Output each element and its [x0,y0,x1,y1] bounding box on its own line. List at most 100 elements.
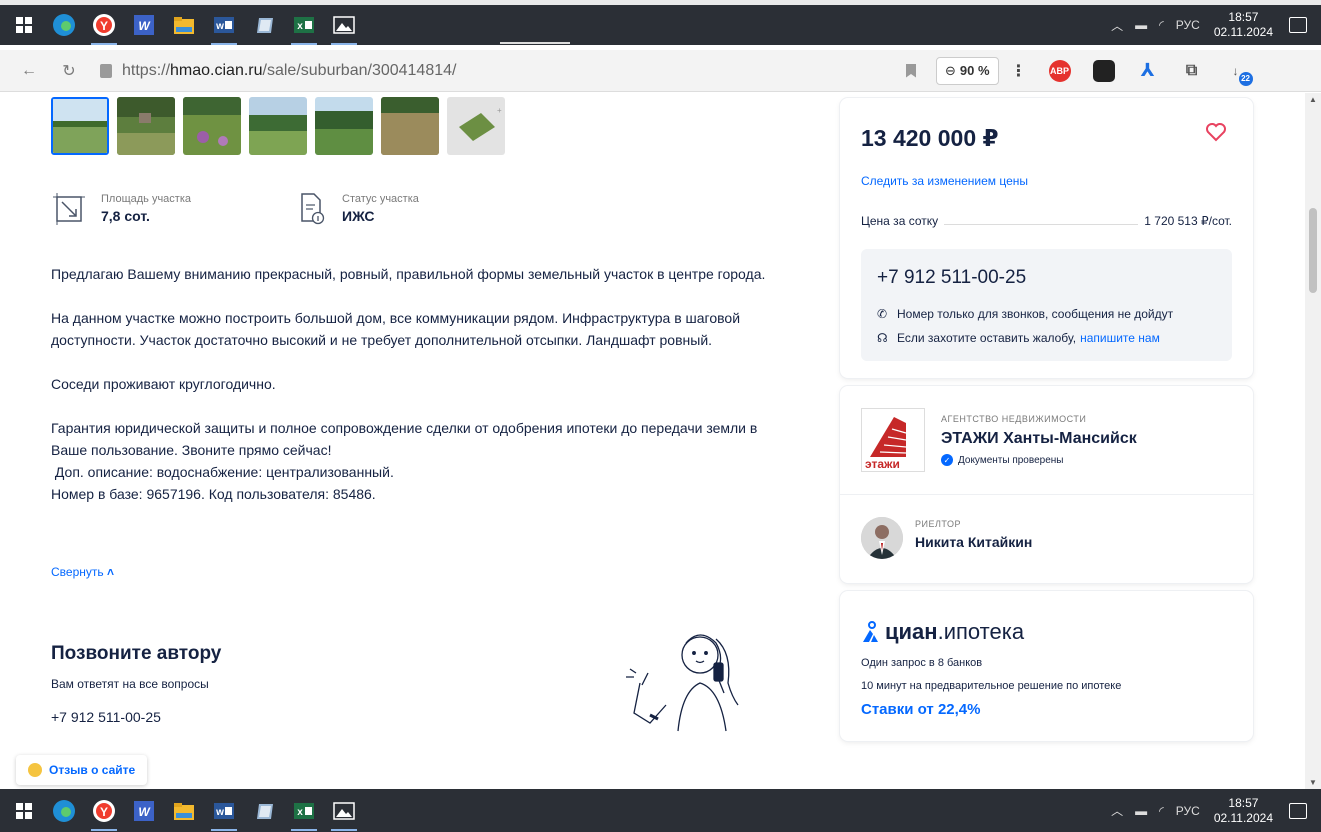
agency-name[interactable]: ЭТАЖИ Ханты-Мансийск [941,430,1137,448]
notifications-icon[interactable] [1289,17,1307,33]
start-button[interactable] [8,796,40,826]
mortgage-line-1: Один запрос в 8 банков [861,657,983,669]
description-line: Номер в базе: 9657196. Код пользователя:… [51,486,376,502]
taskbar-word-old[interactable]: W [128,10,160,40]
call-author-phone[interactable]: +7 912 511-00-25 [51,709,161,725]
call-author-subtitle: Вам ответят на все вопросы [51,677,209,691]
reload-icon[interactable]: ↻ [58,61,80,81]
puzzle-extension-icon[interactable]: ⧉ [1181,60,1203,82]
agency-logo[interactable]: этажи [861,408,925,472]
taskbar-photos[interactable] [328,796,360,831]
downloads-icon[interactable]: ↓ 22 [1225,60,1253,86]
complaint-text: Если захотите оставить жалобу, [897,331,1077,345]
notes-icon [257,803,273,819]
taskbar-notes[interactable] [248,796,280,826]
brand-suffix: .ипотека [937,619,1025,644]
excel-icon: x [294,802,314,819]
chevron-up-icon[interactable]: ︿ [1111,17,1123,34]
realtor-name[interactable]: Никита Китайкин [915,534,1032,550]
taskbar-excel[interactable]: x [288,10,320,45]
person-extension-icon[interactable]: ⅄ [1137,60,1159,82]
thumbnail-4[interactable] [249,97,307,155]
wifi-icon[interactable]: ◜ [1159,18,1164,32]
mortgage-card[interactable]: циан .ипотека Один запрос в 8 банков 10 м… [840,591,1253,741]
language-indicator[interactable]: РУС [1176,804,1200,818]
document-info-icon [301,193,325,225]
realtor-type: РИЕЛТОР [915,519,961,529]
incognito-extension-icon[interactable] [1092,59,1115,82]
call-author-heading: Позвоните автору [51,643,222,664]
taskbar-excel[interactable]: x [288,796,320,831]
menu-dots-icon[interactable]: ⋮ [1011,61,1027,81]
page-scrollbar[interactable]: ▲ ▼ [1305,93,1321,789]
language-indicator[interactable]: РУС [1176,18,1200,32]
address-bar[interactable]: https://hmao.cian.ru/sale/suburban/30041… [122,62,902,80]
excel-icon: x [294,17,314,33]
follow-price-link[interactable]: Следить за изменением цены [861,174,1028,188]
thumbnail-6[interactable] [381,97,439,155]
taskbar-edge[interactable] [48,10,80,40]
agent-card: этажи АГЕНТСТВО НЕДВИЖИМОСТИ ЭТАЖИ Ханты… [840,386,1253,583]
taskbar-yandex-browser[interactable]: Y [88,796,120,831]
area-icon [53,193,85,225]
zoom-indicator[interactable]: ⊖ 90 % [936,56,999,85]
param-status-value: ИЖС [342,208,375,224]
mortgage-rate-link[interactable]: Ставки от 22,4% [861,701,980,718]
description-line: Доп. описание: водоснабжение: централизо… [51,464,394,480]
thumbnail-1[interactable] [51,97,109,155]
wifi-icon[interactable]: ◜ [1159,804,1164,818]
thumbnail-2[interactable] [117,97,175,155]
battery-icon[interactable]: ▬ [1135,18,1147,32]
chevron-up-icon[interactable]: ︿ [1111,802,1123,819]
smile-icon [28,763,42,777]
price: 13 420 000 ₽ [861,125,999,151]
start-button[interactable] [8,10,40,40]
yandex-browser-icon: Y [93,14,115,36]
realtor-avatar[interactable] [861,517,903,559]
taskbar-word-old[interactable]: W [128,796,160,826]
scroll-up-arrow-icon[interactable]: ▲ [1309,95,1317,104]
bookmark-icon[interactable] [906,63,916,78]
taskbar-yandex-browser[interactable]: Y [88,10,120,45]
taskbar-explorer[interactable] [168,796,200,826]
scroll-down-arrow-icon[interactable]: ▼ [1309,778,1317,787]
agency-logo-text: этажи [865,457,900,471]
taskbar-photos[interactable] [328,10,360,45]
taskbar-word[interactable]: w [208,10,240,45]
lock-icon[interactable] [100,63,112,78]
collapse-link[interactable]: Свернуть ˄ [51,565,114,579]
site-feedback-button[interactable]: Отзыв о сайте [16,755,148,785]
phone-number[interactable]: +7 912 511-00-25 [877,267,1026,289]
clock[interactable]: 18:57 02.11.2024 [1214,796,1273,826]
heart-icon[interactable] [1205,122,1227,142]
thumbnail-5[interactable] [315,97,373,155]
notifications-icon[interactable] [1289,802,1307,819]
adblock-extension[interactable]: ABP [1048,59,1071,82]
battery-icon[interactable]: ▬ [1135,804,1147,818]
scrollbar-thumb[interactable] [1309,208,1317,293]
edge-icon [53,799,75,822]
browser-toolbar: ← ↻ https://hmao.cian.ru/sale/suburban/3… [0,50,1321,92]
system-tray: ︿ ▬ ◜ РУС 18:57 02.11.2024 [1105,796,1321,826]
description-paragraph: Предлагаю Вашему вниманию прекрасный, ро… [51,266,766,282]
taskbar-word[interactable]: w [208,796,240,831]
taskbar-explorer[interactable] [168,10,200,40]
param-area: Площадь участка 7,8 сот. [51,191,191,227]
svg-text:Y: Y [100,805,108,819]
clock[interactable]: 18:57 02.11.2024 [1214,10,1273,40]
verified-text: Документы проверены [958,454,1064,466]
calls-only-note: ✆ Номер только для звонков, сообщения не … [877,307,1173,321]
brand-name: циан [885,619,938,644]
taskbar-edge[interactable] [48,796,80,826]
write-us-link[interactable]: напишите нам [1080,331,1160,345]
photos-icon [333,801,355,820]
thumbnail-3[interactable] [183,97,241,155]
thumbnail-map[interactable]: + [447,97,505,155]
word-icon: W [134,15,154,35]
ppu-value: 1 720 513 ₽/сот. [1144,214,1232,228]
back-arrow-icon[interactable]: ← [18,62,40,80]
girl-with-phone-illustration [626,634,739,732]
taskbar-notes[interactable] [248,10,280,40]
phone-icon: ✆ [877,307,888,321]
complaint-note: ☊ Если захотите оставить жалобу, напишите … [877,331,1160,345]
